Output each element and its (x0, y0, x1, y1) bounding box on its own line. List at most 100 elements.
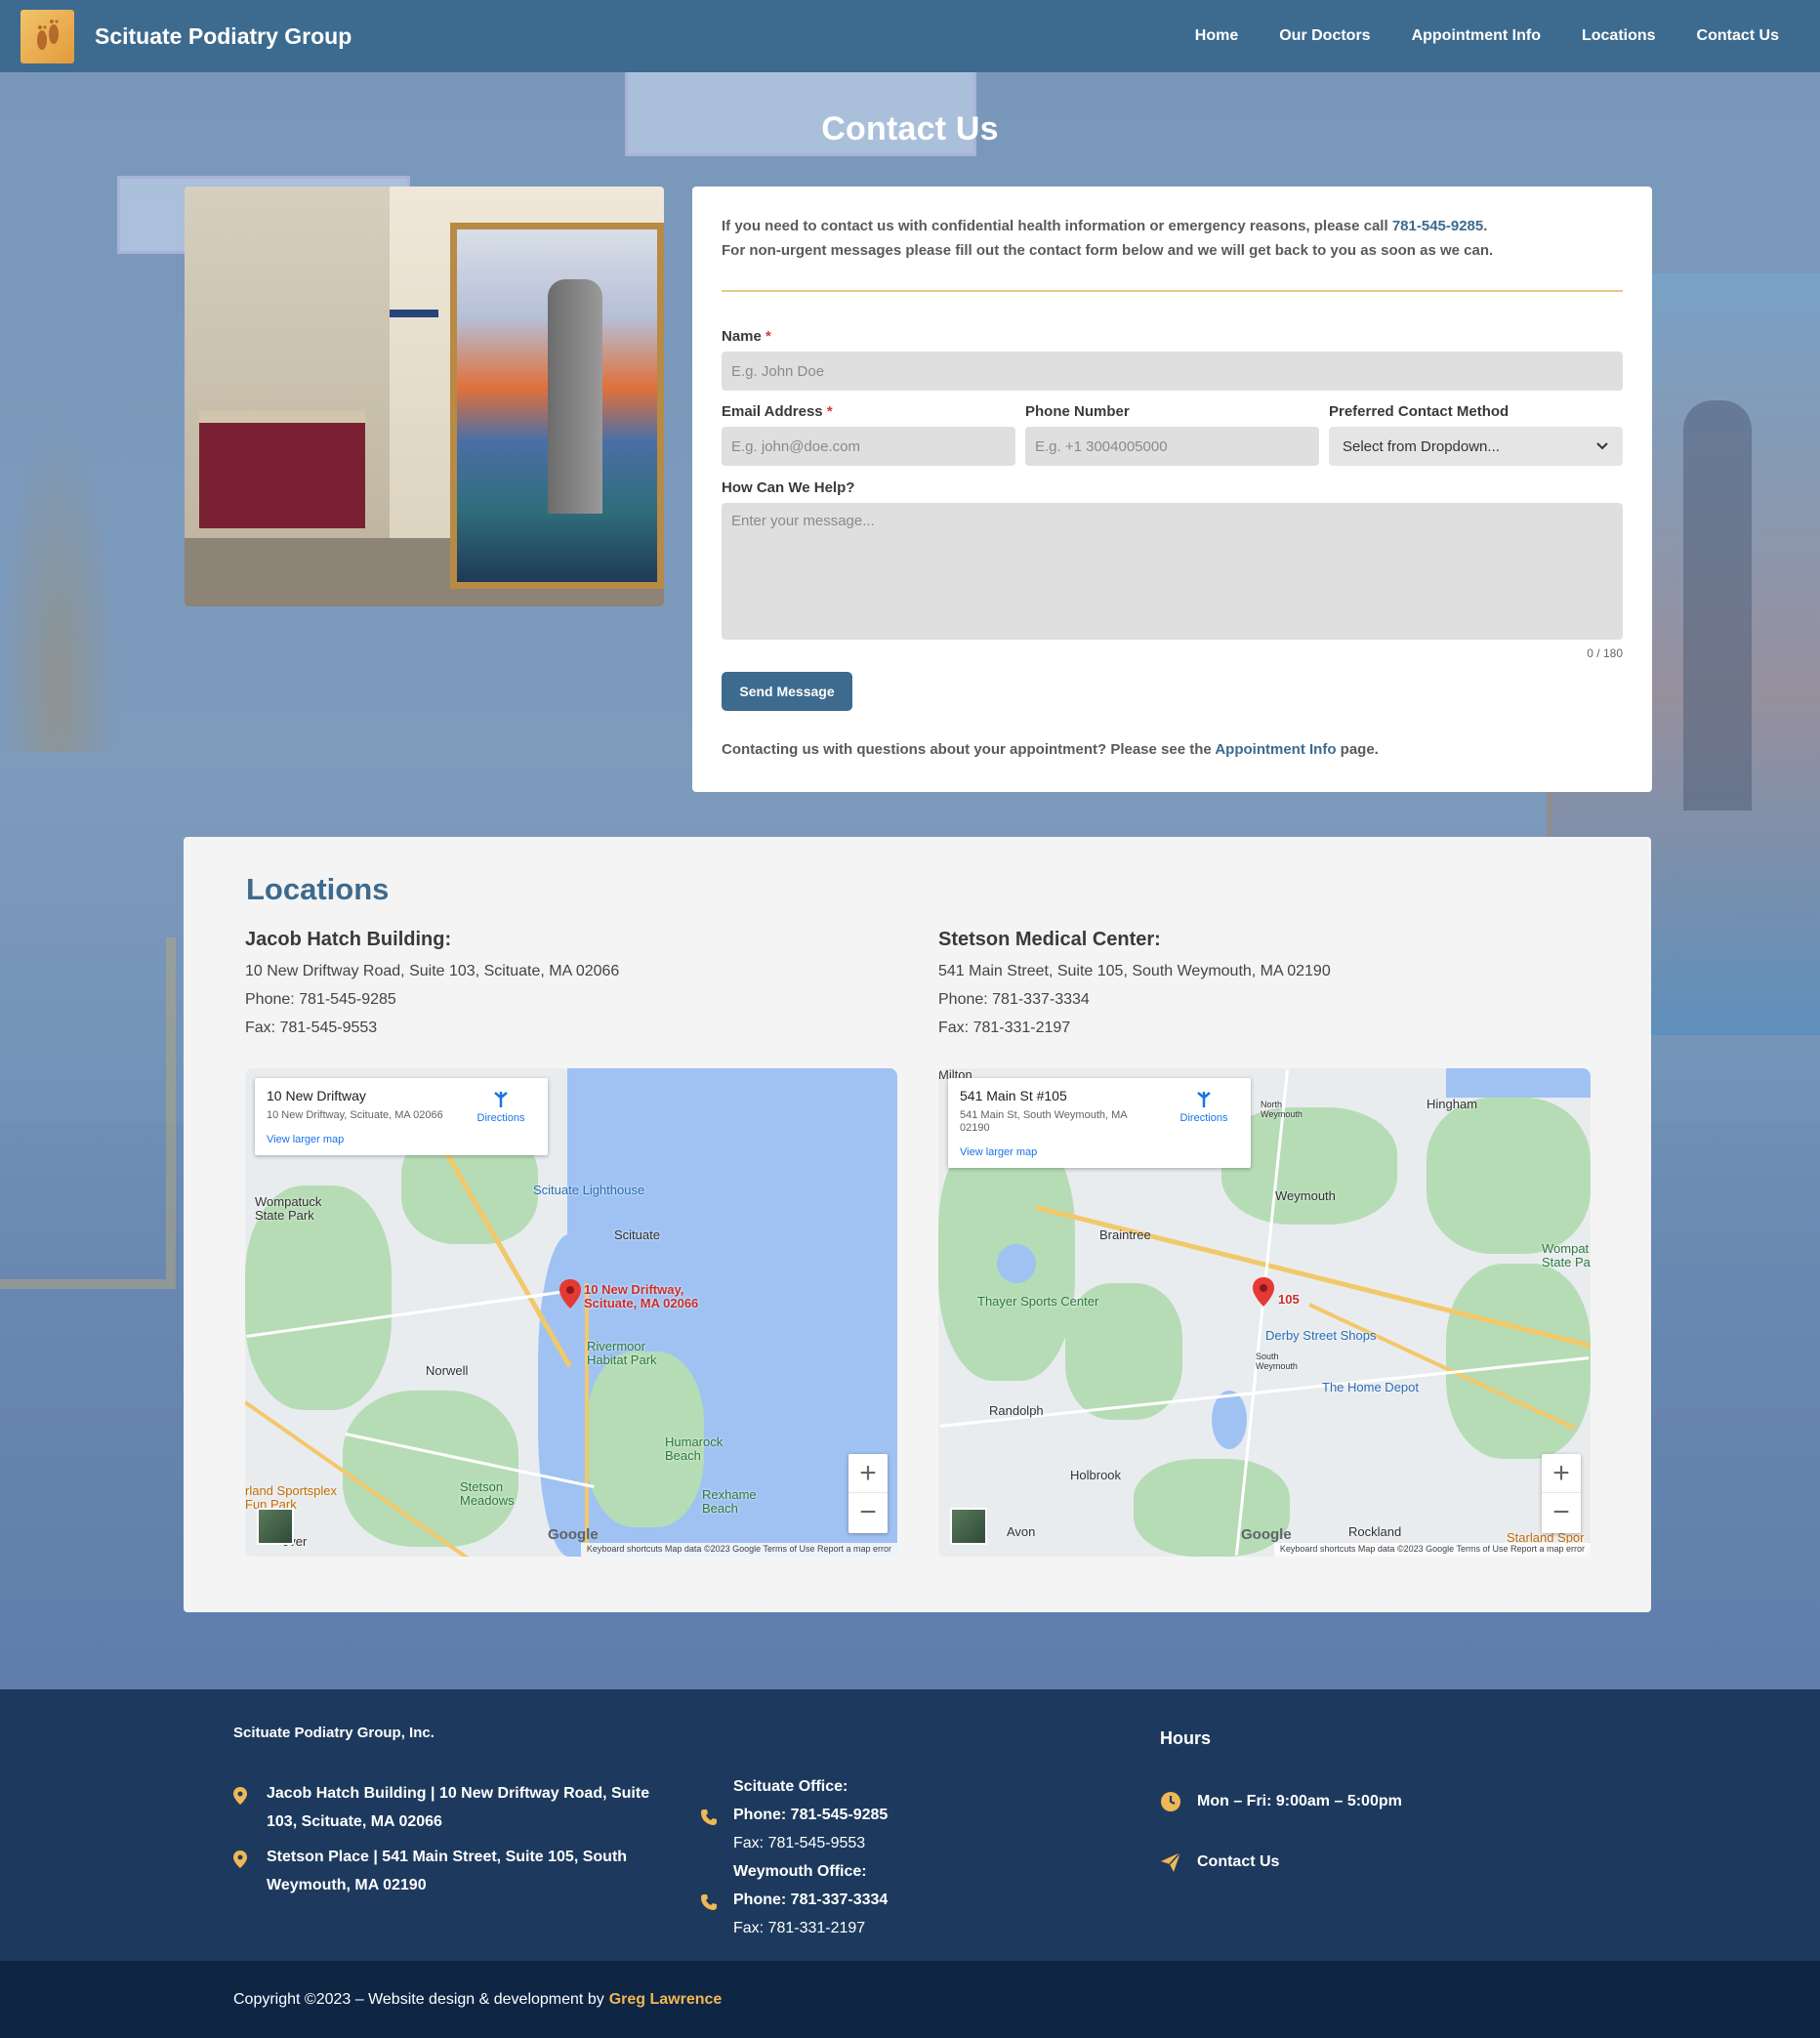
map-place: Wompatuck State Park (255, 1194, 322, 1223)
appointment-note: Contacting us with questions about your … (722, 741, 1379, 758)
map-place: Stetson Meadows (460, 1479, 515, 1508)
locations-title: Locations (246, 872, 390, 906)
map-weymouth[interactable]: Hingham North Weymouth Weymouth Braintre… (938, 1068, 1591, 1557)
map-place: Braintree (1099, 1227, 1151, 1242)
intro-punct: . (1483, 218, 1488, 234)
zoom-in-button[interactable]: + (1542, 1454, 1581, 1493)
name-input[interactable]: E.g. John Doe (722, 352, 1623, 391)
nav-locations[interactable]: Locations (1561, 27, 1676, 45)
location-address: 10 New Driftway Road, Suite 103, Scituat… (245, 963, 620, 979)
contact-row: Email Address * E.g. john@doe.com Phone … (722, 403, 1623, 466)
hours-text: Mon – Fri: 9:00am – 5:00pm (1197, 1793, 1402, 1809)
map-attribution[interactable]: Keyboard shortcuts Map data ©2023 Google… (580, 1543, 897, 1557)
message-textarea[interactable]: Enter your message... (722, 503, 1623, 640)
hours-row: Mon – Fri: 9:00am – 5:00pm (1160, 1791, 1402, 1812)
clock-icon (1161, 1792, 1180, 1811)
lighthouse-art (1683, 400, 1752, 811)
office-phone[interactable]: Phone: 781-545-9285 (733, 1801, 888, 1829)
emergency-phone-link[interactable]: 781-545-9285 (1392, 218, 1483, 234)
appt-text: Contacting us with questions about your … (722, 741, 1216, 758)
office-title: Scituate Office: (733, 1778, 848, 1795)
map-pin-label: 105 (1278, 1292, 1300, 1307)
footer-scituate-office: Scituate Office: Phone: 781-545-9285 Fax… (700, 1772, 954, 1857)
main-nav: Home Our Doctors Appointment Info Locati… (1175, 27, 1799, 45)
copyright-bar: Copyright ©2023 – Website design & devel… (0, 1961, 1820, 2038)
directions-button[interactable]: Directions (472, 1090, 530, 1124)
satellite-toggle[interactable] (257, 1508, 294, 1545)
phone-field-group: Phone Number E.g. +1 3004005000 (1025, 403, 1319, 466)
zoom-in-button[interactable]: + (848, 1454, 888, 1493)
office-phone[interactable]: Phone: 781-337-3334 (733, 1886, 888, 1914)
feet-logo-icon (36, 20, 59, 50)
required-mark: * (826, 403, 833, 420)
method-value: Select from Dropdown... (1343, 437, 1500, 455)
map-pin-icon[interactable] (1253, 1277, 1274, 1307)
author-link[interactable]: Greg Lawrence (609, 1991, 723, 2009)
phone-icon (701, 1894, 717, 1910)
map-place: Avon (1007, 1524, 1036, 1539)
location-name: Jacob Hatch Building: (245, 929, 452, 950)
contact-link-text[interactable]: Contact Us (1197, 1853, 1279, 1871)
photo-sign (390, 310, 438, 317)
footer-contact-link[interactable]: Contact Us (1160, 1851, 1279, 1873)
location-phone: Phone: 781-337-3334 (938, 991, 1090, 1008)
map-pin-icon[interactable] (559, 1279, 581, 1309)
location-weymouth: Stetson Medical Center: 541 Main Street,… (938, 929, 1591, 1042)
view-larger-map-link[interactable]: View larger map (267, 1134, 536, 1145)
directions-label: Directions (1179, 1112, 1228, 1124)
paper-plane-icon (1161, 1851, 1181, 1872)
phone-input[interactable]: E.g. +1 3004005000 (1025, 427, 1319, 466)
map-scituate[interactable]: Scituate Lighthouse Scituate Wompatuck S… (245, 1068, 897, 1557)
satellite-toggle[interactable] (950, 1508, 987, 1545)
nav-contact-us[interactable]: Contact Us (1676, 27, 1799, 45)
office-title: Weymouth Office: (733, 1863, 867, 1880)
view-larger-map-link[interactable]: View larger map (960, 1146, 1239, 1158)
map-place: Thayer Sports Center (977, 1294, 1099, 1309)
map-place: Hingham (1427, 1097, 1478, 1111)
location-fax: Fax: 781-331-2197 (938, 1019, 1071, 1036)
zoom-out-button[interactable]: − (848, 1493, 888, 1532)
appt-suffix: page. (1336, 741, 1379, 758)
directions-button[interactable]: Directions (1175, 1090, 1233, 1124)
nav-home[interactable]: Home (1175, 27, 1259, 45)
park-area (1427, 1098, 1591, 1254)
name-label: Name * (722, 328, 771, 345)
map-place: Randolph (989, 1403, 1044, 1418)
message-label: How Can We Help? (722, 479, 855, 496)
message-placeholder: Enter your message... (731, 513, 875, 529)
map-place: Wompat State Pa (1542, 1241, 1591, 1269)
nav-appointment-info[interactable]: Appointment Info (1391, 27, 1561, 45)
email-placeholder: E.g. john@doe.com (731, 437, 860, 455)
send-message-button[interactable]: Send Message (722, 672, 852, 711)
directions-icon (494, 1092, 508, 1107)
appointment-info-link[interactable]: Appointment Info (1215, 741, 1336, 758)
zoom-out-button[interactable]: − (1542, 1493, 1581, 1532)
logo[interactable] (21, 9, 74, 63)
contact-method-select[interactable]: Select from Dropdown... (1329, 427, 1623, 466)
email-field-group: Email Address * E.g. john@doe.com (722, 403, 1015, 466)
name-placeholder: E.g. John Doe (731, 362, 825, 380)
map-place: Norwell (426, 1363, 469, 1378)
footer-address-scituate: Jacob Hatch Building | 10 New Driftway R… (233, 1779, 663, 1836)
brand-name[interactable]: Scituate Podiatry Group (95, 23, 352, 50)
char-counter: 0 / 180 (1587, 646, 1623, 660)
map-marker-icon (233, 1851, 247, 1868)
method-field-group: Preferred Contact Method Select from Dro… (1329, 403, 1623, 466)
site-footer: Scituate Podiatry Group, Inc. Jacob Hatc… (0, 1689, 1820, 1961)
nav-our-doctors[interactable]: Our Doctors (1259, 27, 1390, 45)
email-input[interactable]: E.g. john@doe.com (722, 427, 1015, 466)
intro-text-2: For non-urgent messages please fill out … (722, 242, 1494, 259)
map-attribution[interactable]: Keyboard shortcuts Map data ©2023 Google… (1273, 1543, 1591, 1557)
intro-text: If you need to contact us with confident… (722, 218, 1392, 234)
office-fax: Fax: 781-545-9553 (733, 1835, 866, 1851)
photo-lighthouse (548, 279, 602, 514)
locations-section: Locations Jacob Hatch Building: 10 New D… (184, 837, 1651, 1612)
pond (997, 1244, 1036, 1283)
map-info-box: 541 Main St #105 541 Main St, South Weym… (948, 1078, 1251, 1168)
directions-label: Directions (476, 1112, 525, 1124)
map-place: South Weymouth (1256, 1352, 1298, 1371)
footer-address-weymouth: Stetson Place | 541 Main Street, Suite 1… (233, 1843, 663, 1899)
zoom-controls: + − (848, 1454, 888, 1533)
location-address: 541 Main Street, Suite 105, South Weymou… (938, 963, 1331, 979)
map-marker-icon (233, 1787, 247, 1805)
